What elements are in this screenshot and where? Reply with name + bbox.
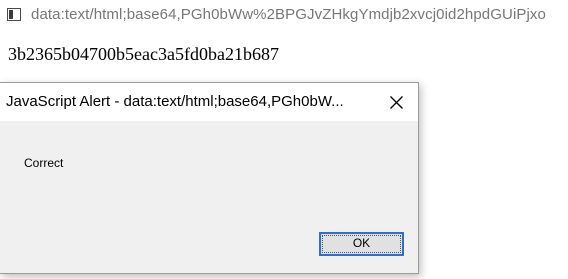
alert-message: Correct <box>24 156 64 170</box>
alert-dialog: JavaScript Alert - data:text/html;base64… <box>0 82 419 274</box>
close-icon <box>390 96 403 109</box>
page-text: 3b2365b04700b5eac3a5fd0ba21b687 <box>8 44 279 64</box>
alert-titlebar: JavaScript Alert - data:text/html;base64… <box>0 83 418 121</box>
ok-button-label: OK <box>352 236 371 250</box>
ok-button[interactable]: OK <box>319 232 404 256</box>
alert-title: JavaScript Alert - data:text/html;base64… <box>6 93 344 110</box>
page-icon <box>7 8 21 21</box>
close-button[interactable] <box>378 87 414 117</box>
window-titlebar: data:text/html;base64,PGh0bWw%2BPGJvZHkg… <box>0 0 568 32</box>
window-title: data:text/html;base64,PGh0bWw%2BPGJvZHkg… <box>31 6 546 23</box>
